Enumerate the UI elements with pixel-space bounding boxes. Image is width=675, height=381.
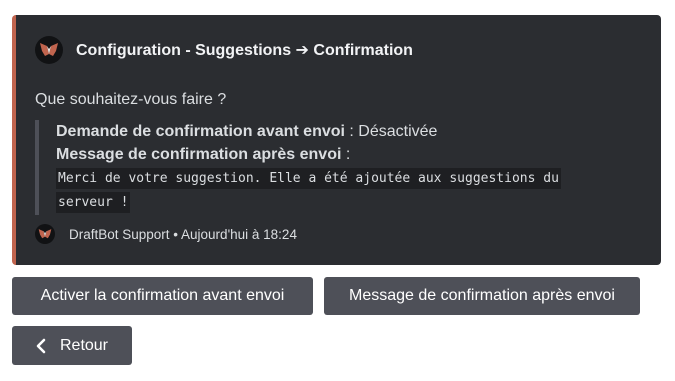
embed-footer: DraftBot Support • Aujourd'hui à 18:24 <box>35 223 297 245</box>
draftbot-logo-icon <box>35 224 55 244</box>
footer-text: DraftBot Support • Aujourd'hui à 18:24 <box>69 226 297 242</box>
field-label: Demande de confirmation avant envoi <box>56 123 345 140</box>
field-label: Message de confirmation après envoi <box>56 146 342 163</box>
button-label: Retour <box>59 336 109 354</box>
field-confirmation-message: Message de confirmation après envoi : <box>56 143 635 166</box>
field-separator: : <box>344 123 359 140</box>
field-separator: : <box>341 146 351 163</box>
embed-description: Que souhaitez-vous faire ? <box>35 91 227 108</box>
code-text: Merci de votre suggestion. Elle a été aj… <box>56 168 561 213</box>
embed-quote-block: Demande de confirmation avant envoi : Dé… <box>35 120 635 215</box>
confirmation-message-button[interactable]: Message de confirmation après envoi <box>324 277 640 315</box>
button-label: Message de confirmation après envoi <box>349 287 615 304</box>
embed-author: Configuration - Suggestions ➔ Confirmati… <box>35 36 413 64</box>
enable-confirmation-button[interactable]: Activer la confirmation avant envoi <box>12 277 313 315</box>
back-button[interactable]: Retour <box>12 326 132 365</box>
field-value: Désactivée <box>358 123 438 140</box>
draftbot-logo-icon <box>35 36 63 64</box>
embed-card: Configuration - Suggestions ➔ Confirmati… <box>12 15 661 265</box>
field-confirmation-before-send: Demande de confirmation avant envoi : Dé… <box>56 120 635 143</box>
button-label: Activer la confirmation avant envoi <box>40 287 285 304</box>
chevron-left-icon <box>36 338 46 354</box>
confirmation-message-code: Merci de votre suggestion. Elle a été aj… <box>56 167 596 215</box>
embed-title: Configuration - Suggestions ➔ Confirmati… <box>76 42 413 59</box>
